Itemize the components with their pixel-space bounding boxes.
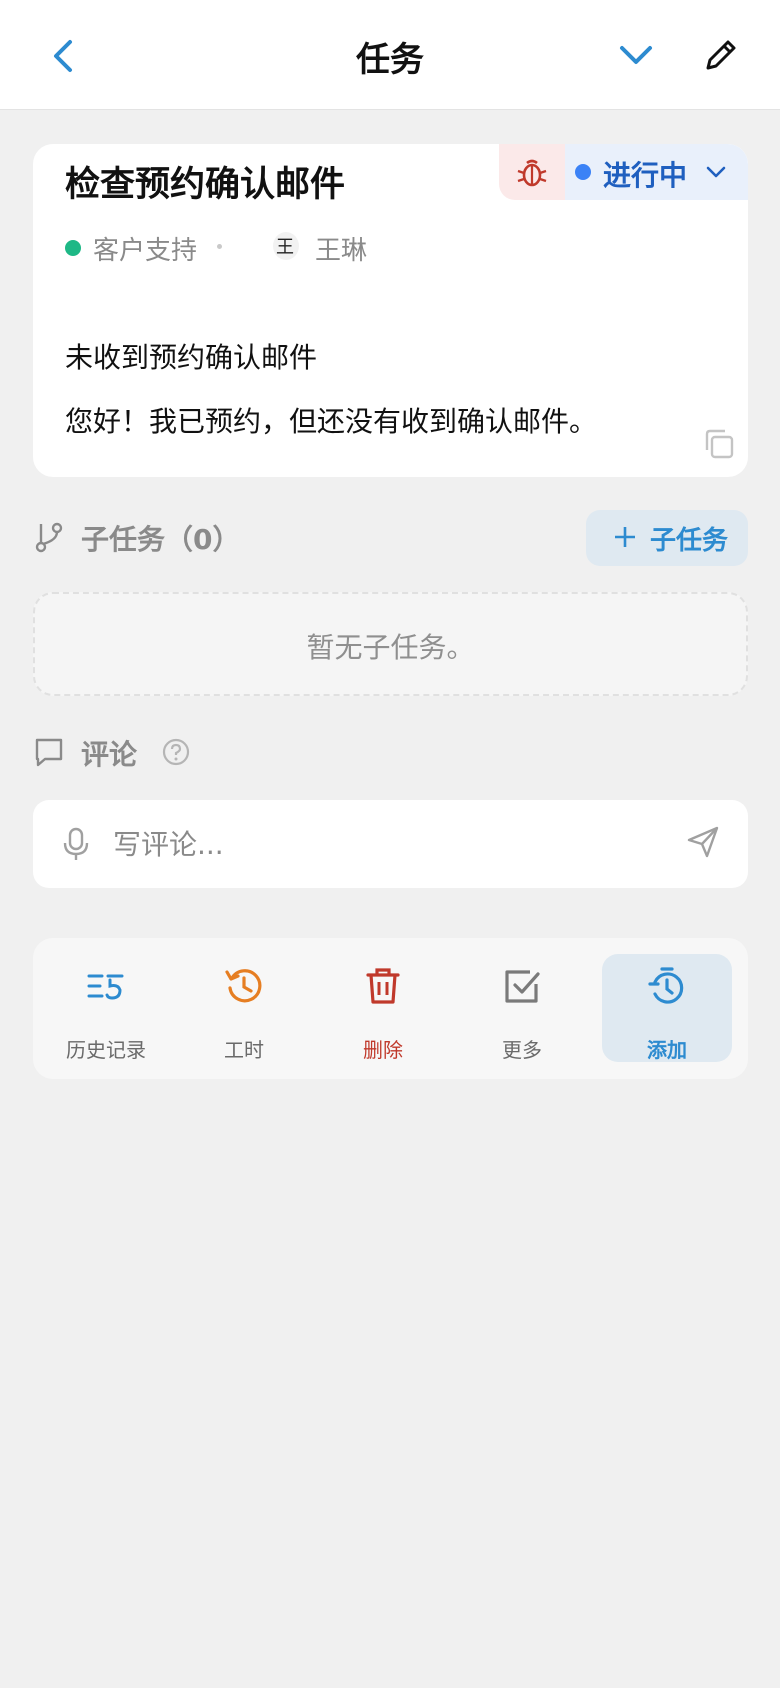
history-list-icon bbox=[87, 974, 124, 1000]
copy-icon[interactable] bbox=[701, 426, 737, 462]
branch-icon bbox=[35, 522, 63, 553]
add-worktime-label: 添加 bbox=[647, 1038, 687, 1062]
worktime-button[interactable]: 工时 bbox=[179, 954, 309, 1062]
clock-history-icon bbox=[225, 969, 262, 1003]
bug-icon bbox=[517, 159, 547, 187]
checkbox-icon bbox=[505, 970, 540, 1003]
empty-state-text: 暂无子任务。 bbox=[306, 631, 475, 664]
microphone-icon[interactable] bbox=[63, 826, 89, 862]
category-label[interactable]: 客户支持 bbox=[93, 230, 197, 267]
task-type-badge[interactable] bbox=[499, 144, 565, 200]
comment-input-bar bbox=[33, 800, 748, 888]
more-button[interactable]: 更多 bbox=[457, 954, 587, 1062]
delete-button[interactable]: 删除 bbox=[318, 954, 448, 1062]
plus-icon bbox=[615, 527, 635, 547]
trash-icon bbox=[366, 968, 400, 1004]
add-subtask-label: 子任务 bbox=[650, 526, 729, 556]
comments-heading: 评论 bbox=[81, 738, 138, 771]
edit-pencil-icon[interactable] bbox=[700, 36, 740, 76]
page-title: 任务 bbox=[356, 40, 424, 80]
add-worktime-button[interactable]: 添加 bbox=[602, 954, 732, 1062]
avatar-initial: 王 bbox=[276, 237, 294, 258]
status-dot bbox=[575, 164, 591, 180]
add-subtask-button[interactable]: 子任务 bbox=[586, 510, 748, 566]
category-dot bbox=[65, 240, 81, 256]
status-dropdown[interactable]: 进行中 bbox=[565, 144, 748, 200]
task-meta: 客户支持 王 王琳 bbox=[65, 228, 665, 267]
delete-label: 删除 bbox=[363, 1038, 403, 1062]
assignee-name[interactable]: 王琳 bbox=[315, 230, 367, 267]
chevron-down-icon bbox=[706, 166, 726, 178]
worktime-label: 工时 bbox=[224, 1038, 264, 1062]
chevron-down-icon[interactable] bbox=[616, 38, 656, 74]
help-circle-icon[interactable] bbox=[161, 737, 191, 767]
task-subject: 未收到预约确认邮件 bbox=[65, 341, 318, 374]
task-title: 检查预约确认邮件 bbox=[65, 165, 346, 205]
comment-input[interactable] bbox=[113, 822, 673, 866]
history-label: 历史记录 bbox=[66, 1038, 146, 1062]
status-label: 进行中 bbox=[603, 159, 688, 192]
more-label: 更多 bbox=[502, 1038, 542, 1062]
comment-bubble-icon bbox=[35, 738, 63, 767]
action-bar: 历史记录 工时 删除 更多 添加 bbox=[33, 938, 748, 1079]
task-card: 检查预约确认邮件 进行中 客户支持 王 王琳 未收到预约确认邮件 您好！我已预约… bbox=[33, 144, 748, 477]
subtasks-heading: 子任务（0） bbox=[81, 523, 241, 556]
top-bar: 任务 bbox=[0, 0, 780, 110]
assignee-avatar: 王 bbox=[273, 232, 299, 260]
subtasks-empty-state: 暂无子任务。 bbox=[33, 592, 748, 696]
history-button[interactable]: 历史记录 bbox=[41, 954, 171, 1062]
send-icon[interactable] bbox=[685, 824, 721, 860]
timer-icon bbox=[648, 967, 684, 1004]
meta-separator bbox=[217, 244, 222, 249]
task-body: 您好！我已预约，但还没有收到确认邮件。 bbox=[65, 405, 598, 438]
comments-header: 评论 bbox=[33, 727, 748, 777]
